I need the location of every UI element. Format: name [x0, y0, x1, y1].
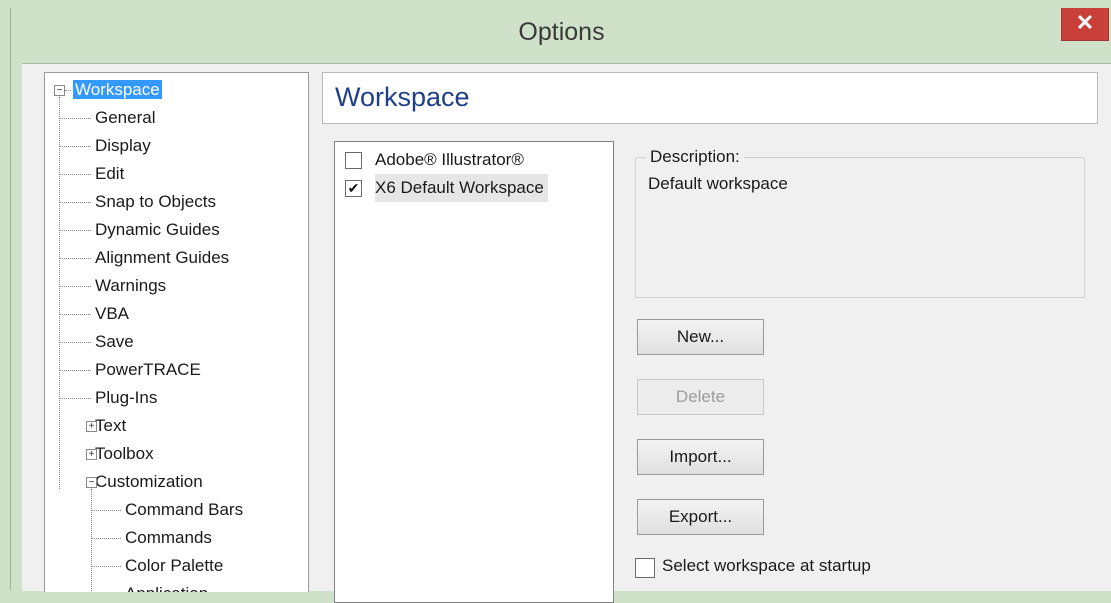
description-group: Description: Default workspace: [635, 147, 1085, 298]
plus-icon: +: [88, 421, 95, 432]
tree-connector: [59, 118, 91, 119]
tree-item[interactable]: Customization: [93, 469, 205, 495]
tree-item-label: Plug-Ins: [95, 388, 158, 407]
expand-icon[interactable]: +: [86, 449, 97, 460]
tree-item[interactable]: Toolbox: [93, 441, 156, 467]
tree-item[interactable]: Alignment Guides: [93, 245, 231, 271]
collapse-icon[interactable]: −: [86, 477, 97, 488]
tree-item[interactable]: Save: [93, 329, 136, 355]
tree-connector: [59, 286, 91, 287]
tree-connector: [91, 566, 121, 567]
expand-icon[interactable]: +: [86, 421, 97, 432]
tree-connector: [65, 90, 71, 91]
tree-item[interactable]: Plug-Ins: [93, 385, 159, 411]
tree-item-label: Toolbox: [95, 444, 154, 463]
tree-item[interactable]: Color Palette: [123, 553, 225, 579]
description-legend: Description:: [646, 147, 744, 167]
tree-connector: [59, 146, 91, 147]
tree-item[interactable]: VBA: [93, 301, 131, 327]
tree-item-label: Workspace: [73, 80, 162, 99]
tree-item[interactable]: Application: [123, 581, 210, 592]
tree-item-label: Command Bars: [125, 500, 244, 519]
tree-item[interactable]: General: [93, 105, 157, 131]
tree-item[interactable]: Display: [93, 133, 153, 159]
tree-item-label: VBA: [95, 304, 130, 323]
tree-item[interactable]: Dynamic Guides: [93, 217, 222, 243]
tree-item-label: Save: [95, 332, 134, 351]
title-bar[interactable]: Options ✕: [11, 8, 1111, 64]
tree-item-label: Text: [95, 416, 127, 435]
tree-connector: [59, 398, 91, 399]
tree-connector: [59, 342, 91, 343]
tree-item[interactable]: Warnings: [93, 273, 168, 299]
workspace-checkbox[interactable]: ✔: [345, 180, 362, 197]
tree-connector: [59, 230, 91, 231]
import-button[interactable]: Import...: [637, 439, 764, 475]
tree-item-label: Application: [123, 584, 210, 592]
tree-item-label: Display: [95, 136, 151, 155]
tree-connector: [91, 538, 121, 539]
tree-item-label: Commands: [125, 528, 212, 547]
tree-item[interactable]: Command Bars: [123, 497, 245, 523]
tree-connector: [59, 258, 91, 259]
tree-item-label: Edit: [95, 164, 125, 183]
tree-connector: [59, 202, 91, 203]
tree-connector: [91, 489, 92, 592]
panel-title: Workspace: [335, 82, 470, 112]
checkmark-icon: ✔: [347, 180, 360, 196]
minus-icon: −: [88, 477, 95, 488]
description-text: Default workspace: [648, 174, 788, 193]
tree-item[interactable]: Workspace: [73, 77, 162, 103]
workspace-label: Adobe® Illustrator®: [375, 150, 524, 169]
tree-item-label: Dynamic Guides: [95, 220, 220, 239]
options-dialog: Options ✕ Workspace − General Display Edit Sn…: [10, 8, 1111, 603]
tree-item[interactable]: Text: [93, 413, 128, 439]
minus-icon: −: [56, 85, 63, 96]
delete-button[interactable]: Delete: [637, 379, 764, 415]
export-button[interactable]: Export...: [637, 499, 764, 535]
tree-item[interactable]: Edit: [93, 161, 126, 187]
startup-label: Select workspace at startup: [662, 556, 871, 575]
workspace-label: X6 Default Workspace: [375, 174, 548, 202]
tree-connector: [59, 97, 60, 489]
panel-header: Workspace: [322, 72, 1098, 124]
tree-connector: [91, 510, 121, 511]
tree-item-label: Customization: [95, 472, 203, 491]
tree-item[interactable]: Snap to Objects: [93, 189, 218, 215]
options-tree[interactable]: Workspace − General Display Edit Snap to Obje…: [44, 72, 309, 592]
dialog-body: Workspace − General Display Edit Snap to Obje…: [22, 63, 1111, 603]
tree-item-label: General: [95, 108, 156, 127]
tree-item-label: PowerTRACE: [95, 360, 201, 379]
tree-connector: [59, 314, 91, 315]
plus-icon: +: [88, 449, 95, 460]
tree-item[interactable]: Commands: [123, 525, 214, 551]
tree-connector: [59, 174, 91, 175]
startup-checkbox[interactable]: [635, 558, 655, 578]
tree-item-label: Alignment Guides: [95, 248, 230, 267]
tree-connector: [59, 370, 91, 371]
tree-item-label: Snap to Objects: [95, 192, 216, 211]
close-button[interactable]: ✕: [1061, 8, 1109, 41]
tree-item-label: Color Palette: [125, 556, 224, 575]
workspace-checkbox[interactable]: [345, 152, 362, 169]
dialog-title: Options: [518, 18, 605, 46]
tree-item-label: Warnings: [95, 276, 167, 295]
tree-item[interactable]: PowerTRACE: [93, 357, 203, 383]
workspace-list[interactable]: Adobe® Illustrator® ✔ X6 Default Workspa…: [334, 141, 614, 603]
collapse-icon[interactable]: −: [54, 85, 65, 96]
new-button[interactable]: New...: [637, 319, 764, 355]
close-icon: ✕: [1075, 10, 1095, 35]
